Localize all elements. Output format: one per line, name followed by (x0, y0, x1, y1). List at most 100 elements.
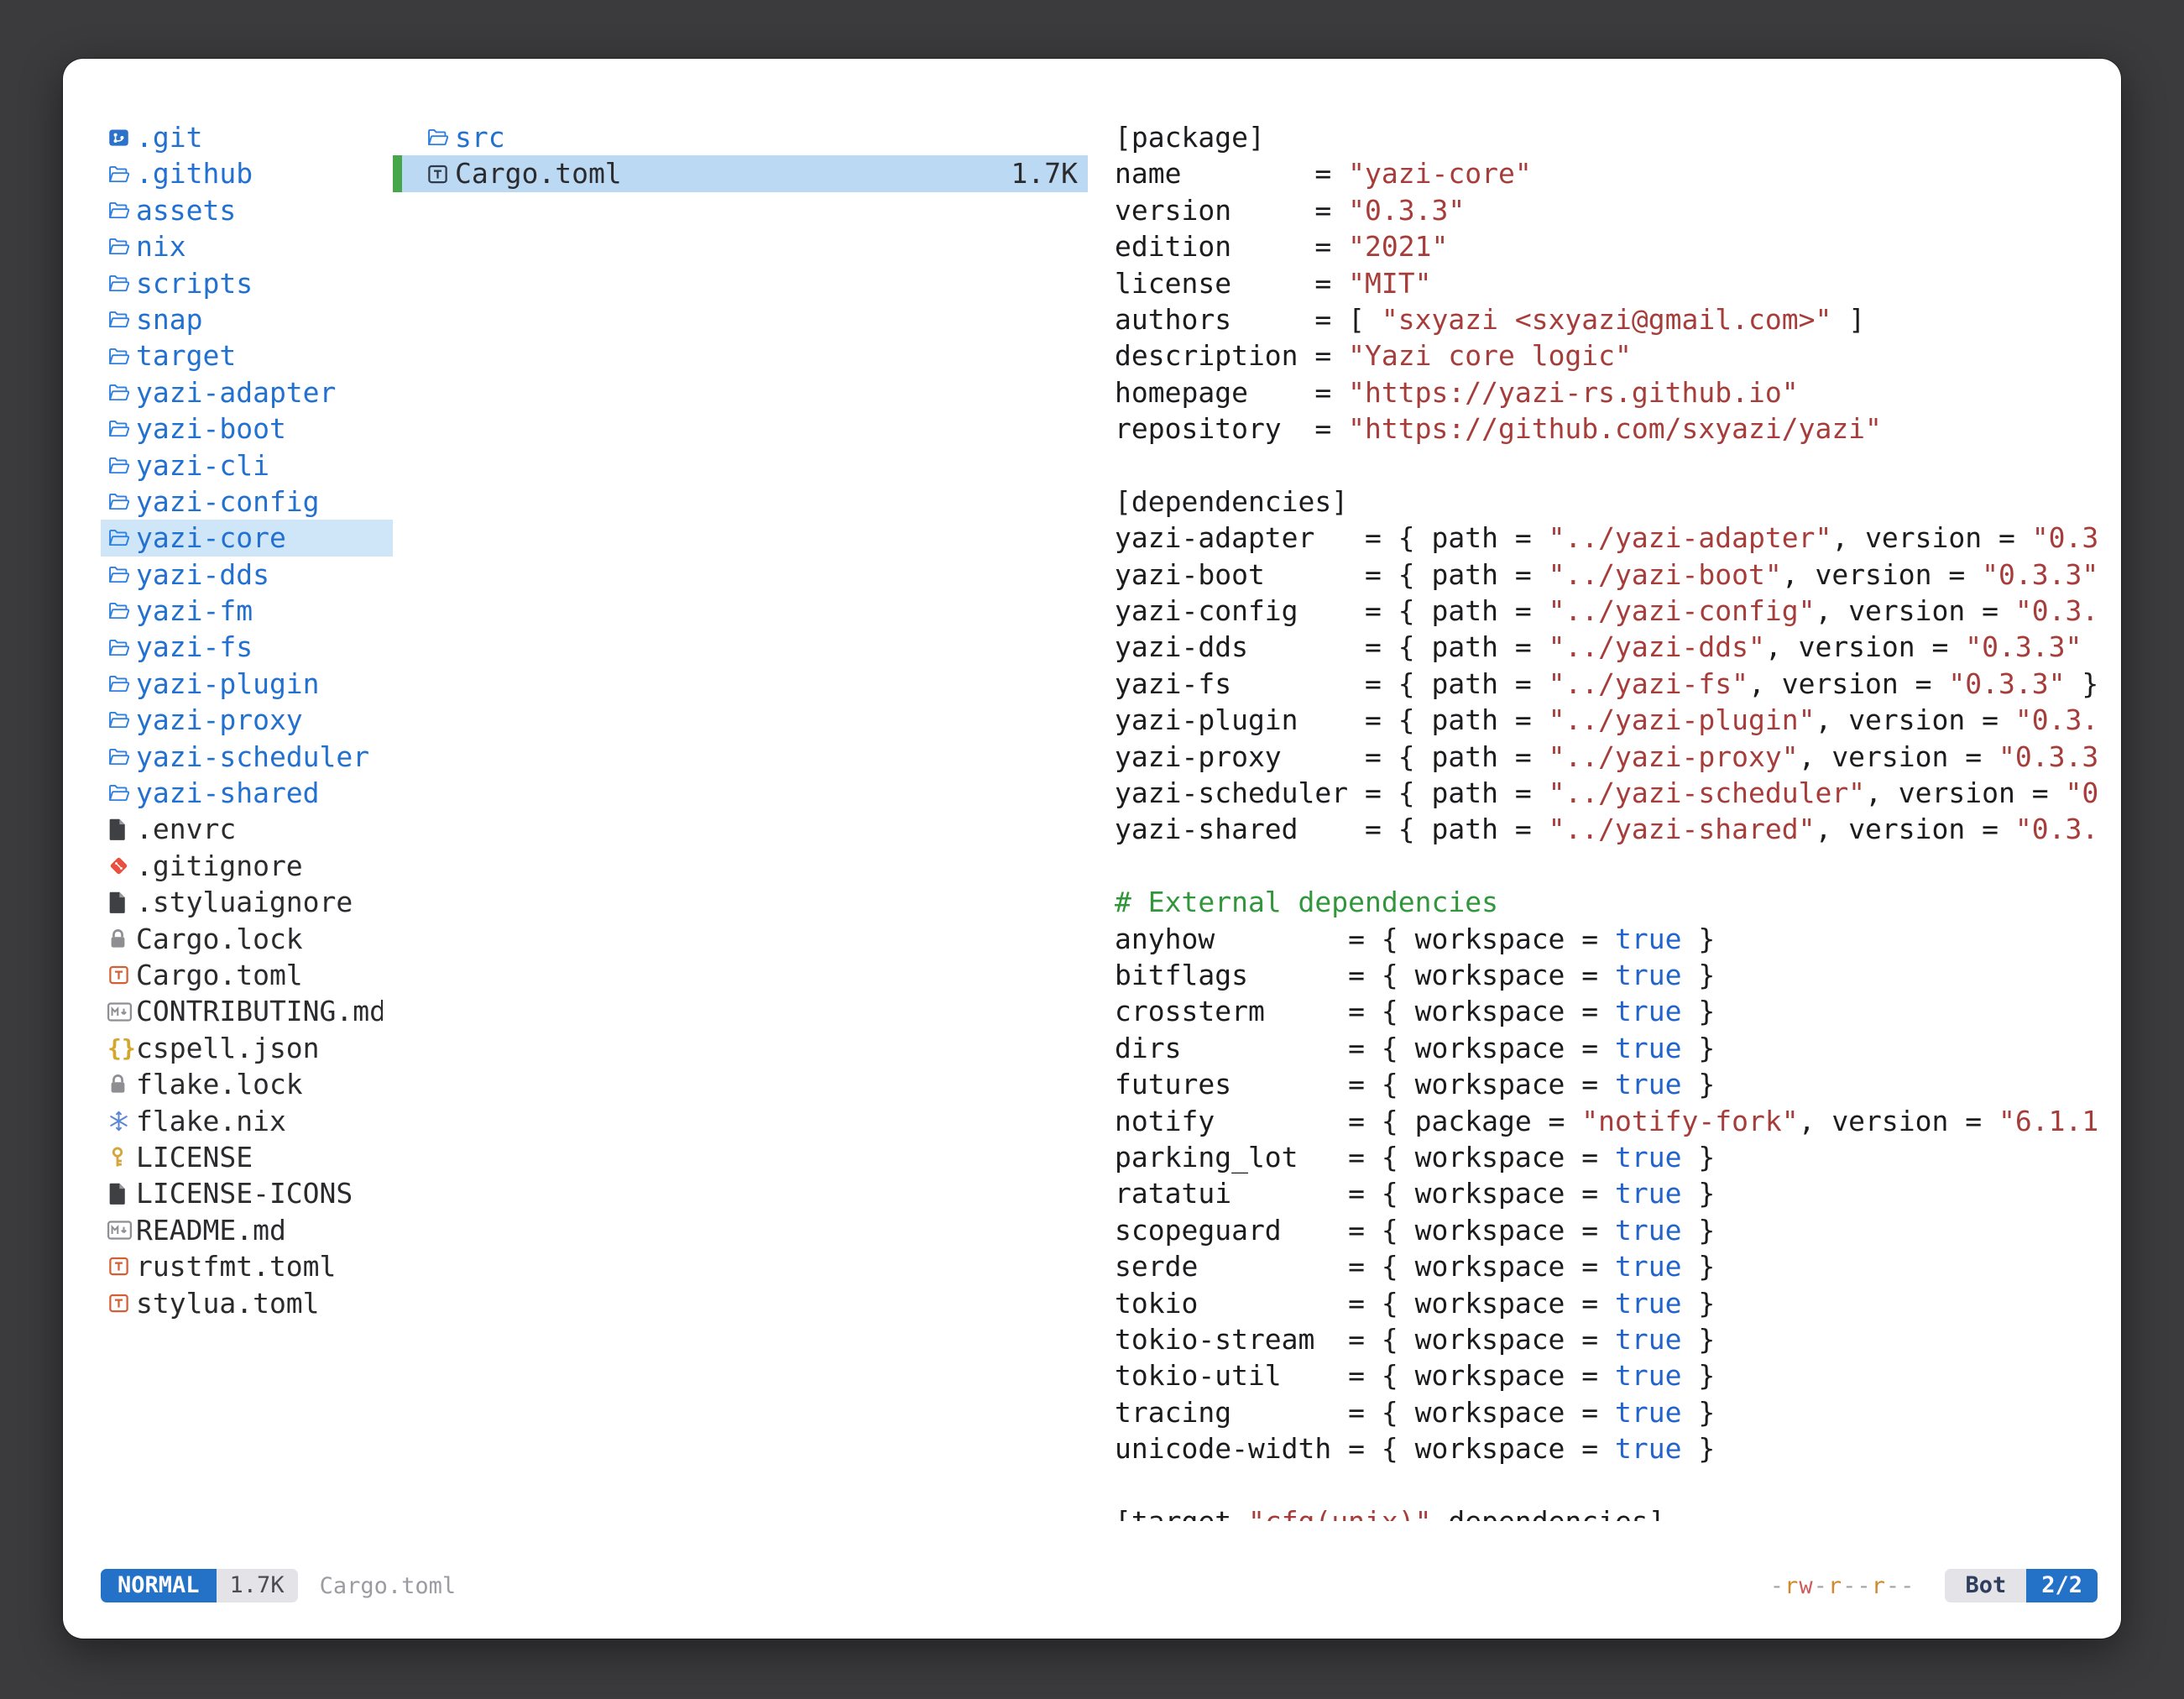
folder-icon (107, 563, 136, 586)
preview-line: license = "MIT" (1115, 265, 2098, 301)
file-row[interactable]: stylua.toml (101, 1285, 393, 1321)
file-row[interactable]: .git (101, 119, 393, 155)
file-row[interactable]: src (393, 119, 1088, 155)
file-label: yazi-config (136, 484, 320, 520)
file-row[interactable]: target (101, 337, 393, 374)
file-label: nix (136, 228, 186, 264)
folder-icon (107, 199, 136, 222)
folder-icon (107, 636, 136, 659)
folder-icon (107, 708, 136, 731)
file-label: yazi-scheduler (136, 739, 369, 775)
yazi-file-manager-window: .git .github assets nix scripts sna (63, 59, 2121, 1639)
file-label: .github (136, 155, 253, 191)
file-label: LICENSE-ICONS (136, 1175, 353, 1211)
preview-line: repository = "https://github.com/sxyazi/… (1115, 410, 2098, 447)
file-row[interactable]: .github (101, 155, 393, 191)
file-row[interactable]: flake.nix (101, 1103, 393, 1139)
preview-line (1115, 1466, 2098, 1503)
page-indicator-badge: 2/2 (2026, 1569, 2098, 1602)
file-row[interactable]: LICENSE-ICONS (101, 1175, 393, 1211)
file-row[interactable]: scripts (101, 265, 393, 301)
file-row[interactable]: yazi-dds (101, 557, 393, 593)
preview-line: tokio-util = { workspace = true } (1115, 1357, 2098, 1393)
preview-line: futures = { workspace = true } (1115, 1066, 2098, 1102)
toml-icon (107, 1255, 136, 1278)
file-label: target (136, 337, 236, 374)
file-label: Cargo.toml (136, 957, 303, 993)
preview-line: tokio-stream = { workspace = true } (1115, 1321, 2098, 1357)
file-label: scripts (136, 265, 253, 301)
file-label: yazi-cli (136, 447, 269, 484)
file-row[interactable]: yazi-shared (101, 775, 393, 811)
folder-icon (107, 417, 136, 440)
preview-line: serde = { workspace = true } (1115, 1248, 2098, 1284)
folder-icon (107, 381, 136, 404)
file-row[interactable]: .gitignore (101, 848, 393, 884)
file-label: CONTRIBUTING.md (136, 993, 383, 1029)
file-row[interactable]: .envrc (101, 811, 393, 847)
file-label: snap (136, 301, 202, 337)
preview-line: yazi-dds = { path = "../yazi-dds", versi… (1115, 629, 2098, 665)
file-label: yazi-adapter (136, 374, 336, 410)
preview-line: parking_lot = { workspace = true } (1115, 1139, 2098, 1175)
preview-line: yazi-config = { path = "../yazi-config",… (1115, 593, 2098, 629)
file-label: .styluaignore (136, 884, 353, 920)
file-row[interactable]: yazi-plugin (101, 666, 393, 702)
file-row[interactable]: Cargo.toml 1.7K (393, 155, 1088, 191)
preview-line: notify = { package = "notify-fork", vers… (1115, 1103, 2098, 1139)
md-icon (107, 1001, 136, 1022)
lock-icon (107, 928, 136, 950)
file-row[interactable]: CONTRIBUTING.md (101, 993, 393, 1029)
file-label: README.md (136, 1212, 286, 1248)
file-size: 1.7K (1011, 155, 1078, 191)
folder-icon (426, 126, 455, 149)
file-row[interactable]: yazi-core (101, 520, 393, 556)
current-directory-pane: src Cargo.toml 1.7K (393, 119, 1088, 1521)
preview-line: # External dependencies (1115, 884, 2098, 920)
file-row[interactable]: README.md (101, 1212, 393, 1248)
status-filename: Cargo.toml (320, 1573, 457, 1599)
preview-line: yazi-shared = { path = "../yazi-shared",… (1115, 811, 2098, 847)
file-row[interactable]: yazi-cli (101, 447, 393, 484)
file-label: Cargo.lock (136, 921, 303, 957)
file-row[interactable]: rustfmt.toml (101, 1248, 393, 1284)
file-row[interactable]: flake.lock (101, 1066, 393, 1102)
file-row[interactable]: yazi-proxy (101, 702, 393, 738)
folder-icon (107, 782, 136, 804)
file-row[interactable]: {} cspell.json (101, 1030, 393, 1066)
file-row[interactable]: assets (101, 192, 393, 228)
preview-line: tokio = { workspace = true } (1115, 1285, 2098, 1321)
key-icon (107, 1146, 136, 1169)
preview-line: yazi-adapter = { path = "../yazi-adapter… (1115, 520, 2098, 556)
file-row[interactable]: Cargo.lock (101, 921, 393, 957)
preview-line: scopeguard = { workspace = true } (1115, 1212, 2098, 1248)
toml-icon (107, 964, 136, 986)
file-row[interactable]: yazi-fs (101, 629, 393, 665)
file-row[interactable]: nix (101, 228, 393, 264)
file-label: .git (136, 119, 202, 155)
file-label: yazi-boot (136, 410, 286, 447)
preview-line: dirs = { workspace = true } (1115, 1030, 2098, 1066)
scroll-position-badge: Bot (1945, 1569, 2026, 1602)
file-row[interactable]: yazi-adapter (101, 374, 393, 410)
preview-line: [target."cfg(unix)".dependencies] (1115, 1503, 2098, 1521)
file-row[interactable]: .styluaignore (101, 884, 393, 920)
file-row[interactable]: yazi-boot (101, 410, 393, 447)
folder-icon (107, 345, 136, 368)
preview-line: crossterm = { workspace = true } (1115, 993, 2098, 1029)
file-row[interactable]: Cargo.toml (101, 957, 393, 993)
file-row[interactable]: yazi-fm (101, 593, 393, 629)
file-preview-pane: [package]name = "yazi-core"version = "0.… (1115, 119, 2098, 1521)
file-label: flake.nix (136, 1103, 286, 1139)
file-row[interactable]: yazi-config (101, 484, 393, 520)
file-row[interactable]: yazi-scheduler (101, 739, 393, 775)
preview-line: yazi-fs = { path = "../yazi-fs", version… (1115, 666, 2098, 702)
file-row[interactable]: snap (101, 301, 393, 337)
preview-line: unicode-width = { workspace = true } (1115, 1430, 2098, 1466)
file-row[interactable]: LICENSE (101, 1139, 393, 1175)
preview-line: version = "0.3.3" (1115, 192, 2098, 228)
preview-line: yazi-plugin = { path = "../yazi-plugin",… (1115, 702, 2098, 738)
preview-line: homepage = "https://yazi-rs.github.io" (1115, 374, 2098, 410)
file-label: Cargo.toml (455, 155, 622, 191)
file-size-badge: 1.7K (217, 1569, 298, 1602)
